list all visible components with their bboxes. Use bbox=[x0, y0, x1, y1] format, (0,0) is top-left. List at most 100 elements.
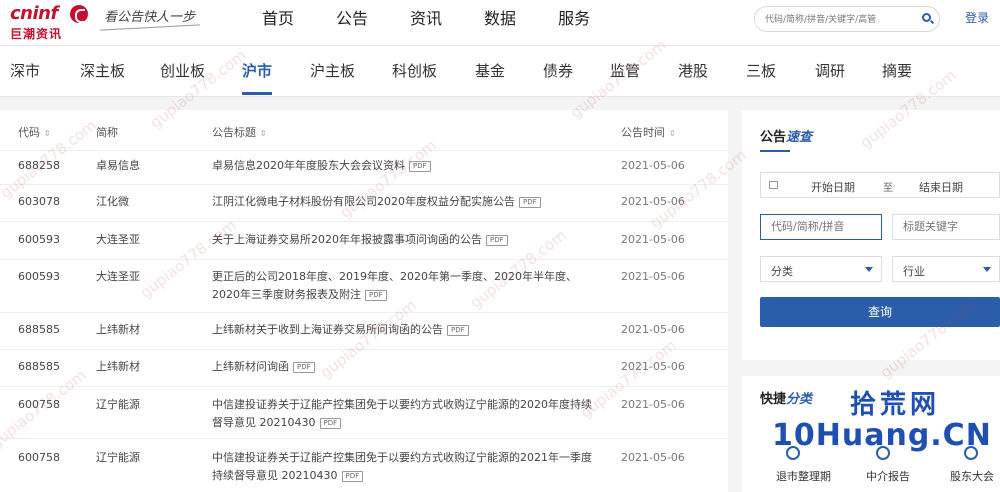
sort-icon[interactable]: ⇕ bbox=[260, 129, 267, 138]
cell-title[interactable]: 卓易信息2020年年度股东大会会议资料 PDF bbox=[212, 157, 602, 175]
tab-shenzhen[interactable]: 深市 bbox=[10, 60, 40, 81]
pdf-icon[interactable]: PDF bbox=[319, 417, 342, 429]
tab-funds[interactable]: 基金 bbox=[475, 60, 505, 81]
cell-code: 600593 bbox=[18, 270, 60, 283]
category-select[interactable]: 分类 bbox=[760, 256, 882, 282]
tab-regulation[interactable]: 监管 bbox=[610, 60, 640, 81]
end-date[interactable]: 结束日期 bbox=[919, 179, 963, 195]
cell-code: 600593 bbox=[18, 233, 60, 246]
column-header-time[interactable]: 公告时间 ⇕ bbox=[621, 124, 676, 140]
chevron-down-icon bbox=[983, 267, 991, 272]
meeting-icon[interactable] bbox=[964, 446, 978, 460]
search-icon[interactable] bbox=[922, 13, 931, 22]
column-header-title[interactable]: 公告标题 ⇕ bbox=[212, 124, 267, 140]
cell-title[interactable]: 江阴江化微电子材料股份有限公司2020年度权益分配实施公告 PDF bbox=[212, 193, 602, 211]
category-select-value: 分类 bbox=[771, 265, 793, 278]
start-date[interactable]: 开始日期 bbox=[811, 179, 855, 195]
cell-date: 2021-05-06 bbox=[621, 270, 685, 283]
pdf-icon[interactable]: PDF bbox=[409, 160, 431, 172]
date-range-picker[interactable]: 开始日期 至 结束日期 bbox=[760, 172, 1000, 198]
header-search bbox=[754, 6, 940, 32]
cell-date: 2021-05-06 bbox=[621, 195, 685, 208]
table-row[interactable]: 600758 辽宁能源 中信建投证券关于辽能产控集团免于以要约方式收购辽宁能源的… bbox=[0, 387, 728, 439]
nav-services[interactable]: 服务 bbox=[558, 0, 590, 45]
quick-search-title: 公告速查 bbox=[760, 130, 813, 145]
tab-sh-main-board[interactable]: 沪主板 bbox=[310, 60, 355, 81]
code-field[interactable] bbox=[760, 214, 882, 240]
market-category-tabs: 深市 深主板 创业板 沪市 沪主板 科创板 基金 债券 监管 港股 三板 调研 … bbox=[0, 46, 1000, 97]
cell-name[interactable]: 江化微 bbox=[96, 193, 129, 211]
cell-title[interactable]: 上纬新材问询函 PDF bbox=[212, 358, 602, 376]
search-input[interactable] bbox=[763, 10, 917, 30]
cell-date: 2021-05-06 bbox=[621, 323, 685, 336]
tab-star-market[interactable]: 科创板 bbox=[392, 60, 437, 81]
tab-summary[interactable]: 摘要 bbox=[882, 60, 912, 81]
table-header: 代码 ⇕ 简称 公告标题 ⇕ 公告时间 ⇕ bbox=[0, 110, 728, 151]
code-input[interactable] bbox=[769, 219, 873, 234]
cell-code: 600758 bbox=[18, 451, 60, 464]
pdf-icon[interactable]: PDF bbox=[293, 361, 315, 373]
tab-shanghai[interactable]: 沪市 bbox=[242, 60, 272, 81]
cell-title[interactable]: 上纬新材关于收到上海证券交易所问询函的公告 PDF bbox=[212, 321, 602, 339]
cell-code: 603078 bbox=[18, 195, 60, 208]
logo-wordmark: cninf bbox=[10, 3, 58, 24]
keyword-input[interactable] bbox=[901, 219, 1000, 234]
chevron-down-icon bbox=[865, 267, 873, 272]
cell-title[interactable]: 更正后的公司2018年度、2019年度、2020年第一季度、2020年半年度、2… bbox=[212, 268, 602, 304]
delisting-icon[interactable] bbox=[786, 446, 800, 460]
pdf-icon[interactable]: PDF bbox=[365, 289, 387, 301]
cell-name[interactable]: 辽宁能源 bbox=[96, 449, 140, 467]
announcement-table: 代码 ⇕ 简称 公告标题 ⇕ 公告时间 ⇕ 688258 卓易信息 卓易信息2020年… bbox=[0, 110, 728, 492]
tab-hk-stocks[interactable]: 港股 bbox=[678, 60, 708, 81]
nav-home[interactable]: 首页 bbox=[262, 0, 294, 45]
table-row[interactable]: 600593 大连圣亚 更正后的公司2018年度、2019年度、2020年第一季… bbox=[0, 260, 728, 313]
pdf-icon[interactable]: PDF bbox=[447, 324, 469, 336]
cell-name[interactable]: 上纬新材 bbox=[96, 358, 140, 376]
pdf-icon[interactable]: PDF bbox=[519, 196, 541, 208]
industry-select[interactable]: 行业 bbox=[892, 256, 1000, 282]
tab-sz-main-board[interactable]: 深主板 bbox=[80, 60, 125, 81]
tab-neeq[interactable]: 三板 bbox=[746, 60, 776, 81]
keyword-field[interactable] bbox=[892, 214, 1000, 240]
cell-title[interactable]: 关于上海证券交易所2020年年报披露事项问询函的公告 PDF bbox=[212, 231, 602, 249]
cell-date: 2021-05-06 bbox=[621, 398, 685, 411]
table-row[interactable]: 688258 卓易信息 卓易信息2020年年度股东大会会议资料 PDF 2021-… bbox=[0, 151, 728, 185]
cell-name[interactable]: 辽宁能源 bbox=[96, 396, 140, 414]
shortcut-intermediary-report[interactable]: 中介报告 bbox=[866, 468, 910, 484]
table-row[interactable]: 688585 上纬新材 上纬新材问询函 PDF 2021-05-06 bbox=[0, 350, 728, 387]
site-logo[interactable]: cninf 巨潮资讯 bbox=[10, 3, 90, 41]
nav-news[interactable]: 资讯 bbox=[410, 0, 442, 45]
report-icon[interactable] bbox=[876, 446, 890, 460]
tab-chinext[interactable]: 创业板 bbox=[160, 60, 205, 81]
cell-title[interactable]: 中信建投证券关于辽能产控集团免于以要约方式收购辽宁能源的2020年度持续督导意见… bbox=[212, 396, 602, 432]
pdf-icon[interactable]: PDF bbox=[486, 234, 508, 246]
cell-name[interactable]: 大连圣亚 bbox=[96, 231, 140, 249]
column-header-code[interactable]: 代码 ⇕ bbox=[18, 124, 51, 140]
cell-code: 688258 bbox=[18, 159, 60, 172]
title-accent-bar bbox=[760, 150, 790, 152]
shortcut-delisting[interactable]: 退市整理期 bbox=[776, 468, 831, 484]
cell-title[interactable]: 中信建投证券关于辽能产控集团免于以要约方式收购辽宁能源的2021年一季度持续督导… bbox=[212, 449, 602, 485]
cell-date: 2021-05-06 bbox=[621, 360, 685, 373]
cell-date: 2021-05-06 bbox=[621, 451, 685, 464]
sort-icon[interactable]: ⇕ bbox=[44, 129, 51, 138]
table-row[interactable]: 688585 上纬新材 上纬新材关于收到上海证券交易所问询函的公告 PDF 202… bbox=[0, 313, 728, 350]
query-button[interactable]: 查询 bbox=[760, 297, 1000, 327]
login-link[interactable]: 登录 bbox=[965, 9, 989, 26]
cell-name[interactable]: 大连圣亚 bbox=[96, 268, 140, 286]
cell-name[interactable]: 卓易信息 bbox=[96, 157, 140, 175]
nav-announcements[interactable]: 公告 bbox=[336, 0, 368, 45]
table-row[interactable]: 600593 大连圣亚 关于上海证券交易所2020年年报披露事项问询函的公告 PD… bbox=[0, 222, 728, 260]
cell-code: 688585 bbox=[18, 323, 60, 336]
cell-name[interactable]: 上纬新材 bbox=[96, 321, 140, 339]
industry-select-value: 行业 bbox=[903, 265, 925, 278]
table-row[interactable]: 603078 江化微 江阴江化微电子材料股份有限公司2020年度权益分配实施公告… bbox=[0, 185, 728, 222]
shortcut-shareholder-meeting[interactable]: 股东大会 bbox=[950, 468, 994, 484]
nav-data[interactable]: 数据 bbox=[484, 0, 516, 45]
tab-research[interactable]: 调研 bbox=[815, 60, 845, 81]
slogan: 看公告快人一步 bbox=[104, 10, 196, 25]
sort-icon[interactable]: ⇕ bbox=[669, 129, 676, 138]
tab-bonds[interactable]: 债券 bbox=[543, 60, 573, 81]
table-row[interactable]: 600758 辽宁能源 中信建投证券关于辽能产控集团免于以要约方式收购辽宁能源的… bbox=[0, 439, 728, 492]
pdf-icon[interactable]: PDF bbox=[341, 470, 364, 482]
